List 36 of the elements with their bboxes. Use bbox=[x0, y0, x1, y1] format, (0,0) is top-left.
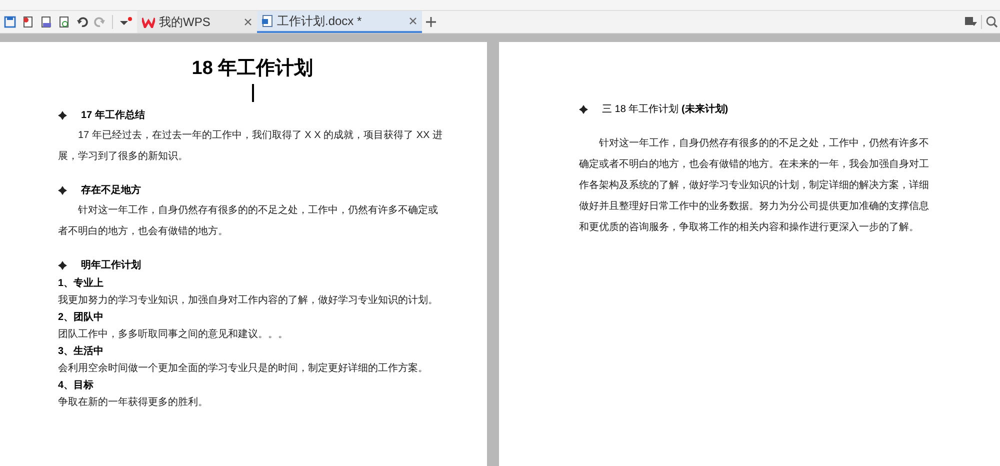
new-tab-icon[interactable] bbox=[426, 17, 436, 27]
text-cursor bbox=[252, 84, 254, 102]
print-icon[interactable] bbox=[40, 16, 52, 28]
bullet-icon bbox=[58, 260, 67, 270]
save-icon[interactable] bbox=[4, 16, 16, 28]
search-icon[interactable] bbox=[986, 16, 998, 28]
paragraph: 针对这一年工作，自身仍然存有很多的的不足之处，工作中，仍然有许多不确定或者不明白的地方，也会有做错的地方。 bbox=[58, 204, 439, 239]
bullet-icon bbox=[58, 186, 67, 194]
undo-icon[interactable] bbox=[76, 16, 88, 28]
paragraph: 会利用空余时间做一个更加全面的学习专业只是的时间，制定更好详细的工作方案。 bbox=[58, 362, 429, 376]
bullet-icon bbox=[58, 110, 67, 120]
wps-logo-icon bbox=[142, 16, 155, 28]
document-title: 18 年工作计划 bbox=[190, 57, 314, 81]
bullet-icon bbox=[579, 104, 588, 114]
dropdown-icon[interactable] bbox=[965, 17, 977, 27]
document-icon[interactable] bbox=[22, 16, 34, 28]
dropdown-icon[interactable] bbox=[119, 16, 133, 28]
close-icon[interactable] bbox=[244, 18, 252, 26]
paragraph: 团队工作中，多多听取同事之间的意见和建议。。。 bbox=[58, 328, 289, 342]
numbered-heading: 3、生活中 bbox=[58, 344, 105, 359]
document-tab[interactable]: 工作计划.docx * bbox=[257, 11, 422, 33]
paragraph: 针对这一年工作，自身仍然存有很多的的不足之处，工作中，仍然有许多不确定或者不明白的地方，也会有做错的地方。在未来的一年，我会加强自身对工作各架构及系统的了解，做好学习专业知识的计划，制定详细的解决方案，详细做好并且整理好日常工作中的业务数据。努力为分公司提供更加准确的支撑信息和更优质的咨询服务，争取将工作的相关内容和操作进行更深入一步的了解。 bbox=[579, 136, 930, 235]
section-heading: 存在不足地方 bbox=[81, 183, 141, 198]
numbered-heading: 1、专业上 bbox=[58, 276, 105, 291]
preview-icon[interactable] bbox=[58, 16, 70, 28]
numbered-heading: 2、团队中 bbox=[58, 310, 105, 325]
document-tab[interactable]: 我的WPS bbox=[137, 11, 257, 33]
section-heading: 明年工作计划 bbox=[81, 258, 141, 272]
numbered-heading: 4、目标 bbox=[58, 378, 95, 393]
document-icon bbox=[262, 15, 273, 27]
paragraph: 我更加努力的学习专业知识，加强自身对工作内容的了解，做好学习专业知识的计划。 bbox=[58, 294, 439, 308]
paragraph: 争取在新的一年获得更多的胜利。 bbox=[58, 396, 209, 410]
section-heading: 三 18 年工作计划 (未来计划) bbox=[602, 102, 728, 116]
close-icon[interactable] bbox=[409, 17, 417, 25]
section-heading: 17 年工作总结 bbox=[81, 108, 145, 122]
paragraph: 17 年已经过去，在过去一年的工作中，我们取得了 X X 的成就，项目获得了 XX 进展，学习到了很多的新知识。 bbox=[58, 128, 444, 164]
